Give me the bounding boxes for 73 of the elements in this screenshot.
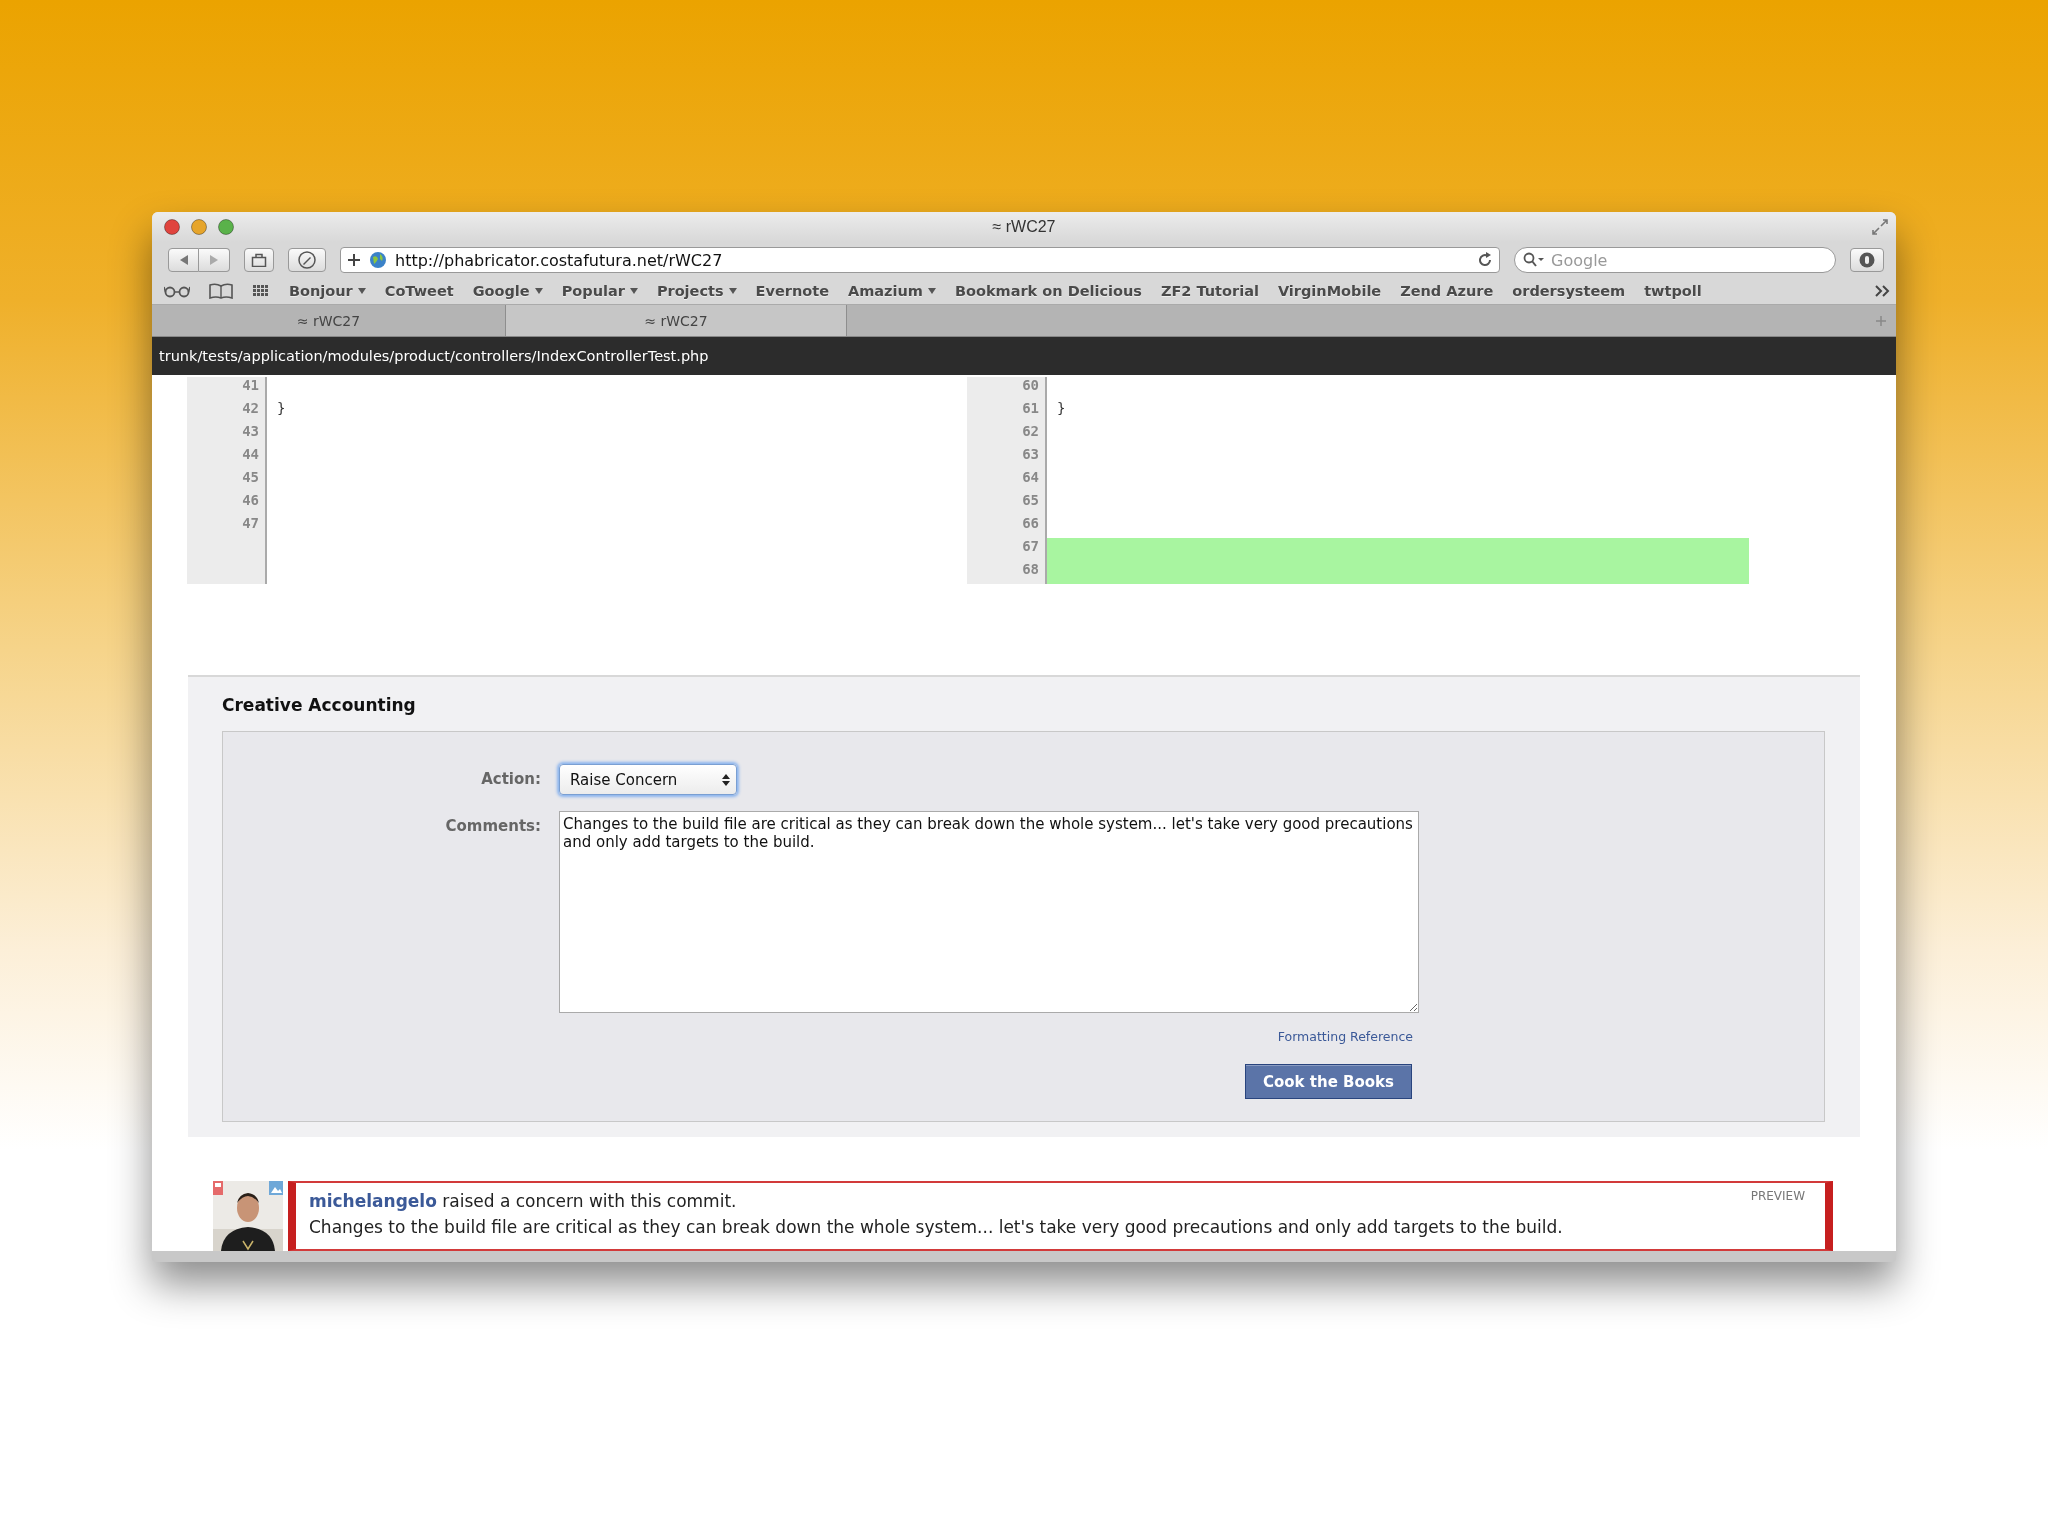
line-number: 45 [187, 469, 267, 492]
book-icon[interactable] [209, 283, 233, 299]
file-path-bar: trunk/tests/application/modules/product/controllers/IndexControllerTest.php [152, 337, 1896, 375]
bookmark-item[interactable]: Zend Azure [1400, 283, 1494, 299]
field-label: Comments: [445, 816, 541, 837]
chevron-icon[interactable] [1874, 284, 1890, 298]
line-number: 68 [967, 561, 1047, 584]
line-number: 62 [967, 423, 1047, 446]
section-title: Creative Accounting [222, 695, 417, 715]
caret-icon [927, 288, 936, 294]
minimize-button[interactable] [191, 219, 207, 235]
caret-icon [629, 288, 638, 294]
author-link[interactable]: michelangelo [309, 1191, 437, 1211]
line-number: 47 [187, 515, 267, 538]
caret-icon [357, 288, 366, 294]
bookmark-item[interactable]: VirginMobile [1277, 283, 1382, 299]
line-number: 61 [967, 400, 1047, 423]
bookmark-item[interactable]: twtpoll [1644, 283, 1702, 299]
line-number: 46 [187, 492, 267, 515]
line-number: 43 [187, 423, 267, 446]
adblock-button[interactable] [1850, 248, 1884, 272]
action-select[interactable]: Raise Concern [559, 764, 737, 795]
search-icon [1523, 252, 1545, 268]
line-number: 60 [967, 377, 1047, 400]
bookmark-item[interactable]: Evernote [755, 283, 829, 299]
line-number: 65 [967, 492, 1047, 515]
bookmark-item[interactable]: Popular [561, 283, 638, 299]
browser-tab[interactable]: ≈ rWC27 [506, 305, 847, 336]
submit-button[interactable]: Cook the Books [1245, 1064, 1412, 1099]
formatting-link[interactable]: Formatting Reference [1277, 1029, 1413, 1044]
comment-body-text: Changes to the build file are critical as they can break down the whole system... let's take very good precautions and only add targets to the build. [309, 1216, 1564, 1239]
add-icon[interactable] [347, 253, 361, 267]
caret-icon [728, 288, 737, 294]
close-button[interactable] [164, 219, 180, 235]
bookmark-item[interactable]: Bookmark on Delicious [954, 283, 1142, 299]
edit-button[interactable] [288, 248, 326, 272]
window-title: ≈ rWC27 [992, 218, 1056, 235]
bookmark-item[interactable]: Google [472, 283, 543, 299]
bookmark-item[interactable]: Bonjour [289, 283, 366, 299]
code-line: } [1056, 400, 1067, 418]
comments-field[interactable]: Changes to the build file are critical as they can break down the whole system... let's take very good precautions and only add targets to the build. [559, 811, 1419, 1013]
line-number: 44 [187, 446, 267, 469]
caret-icon [534, 288, 543, 294]
tag-icon [213, 1181, 223, 1195]
line-number: 63 [967, 446, 1047, 469]
fullscreen-icon[interactable] [1872, 219, 1888, 235]
grid-icon[interactable] [252, 283, 270, 299]
reload-icon[interactable] [1477, 252, 1493, 268]
back-arrow-icon [178, 255, 189, 265]
reading-glasses-icon[interactable] [164, 284, 190, 298]
globe-icon [369, 251, 387, 269]
bookmark-item[interactable]: CoTweet [384, 283, 454, 299]
preview-label: PREVIEW [1750, 1189, 1805, 1203]
bookmark-item[interactable]: ZF2 Tutorial [1160, 283, 1259, 299]
line-number: 64 [967, 469, 1047, 492]
line-number: 66 [967, 515, 1047, 538]
line-number: 41 [187, 377, 267, 400]
code-line: } [276, 400, 287, 418]
forward-button[interactable] [199, 248, 230, 272]
bookmark-item[interactable]: ordersysteem [1512, 283, 1626, 299]
field-label: Action: [481, 769, 541, 790]
image-icon [269, 1181, 283, 1195]
updown-arrows-icon [722, 772, 730, 787]
comment-header-text: michelangelo raised a concern with this commit. [309, 1190, 737, 1213]
back-button[interactable] [168, 248, 199, 272]
share-button[interactable] [244, 248, 274, 272]
bookmark-item[interactable]: Amazium [848, 283, 936, 299]
forward-arrow-icon [209, 255, 219, 265]
bookmark-item[interactable]: Projects [656, 283, 737, 299]
search-field[interactable]: Google [1514, 247, 1836, 273]
line-number: 67 [967, 538, 1047, 561]
line-number: 42 [187, 400, 267, 423]
zoom-button[interactable] [218, 219, 234, 235]
